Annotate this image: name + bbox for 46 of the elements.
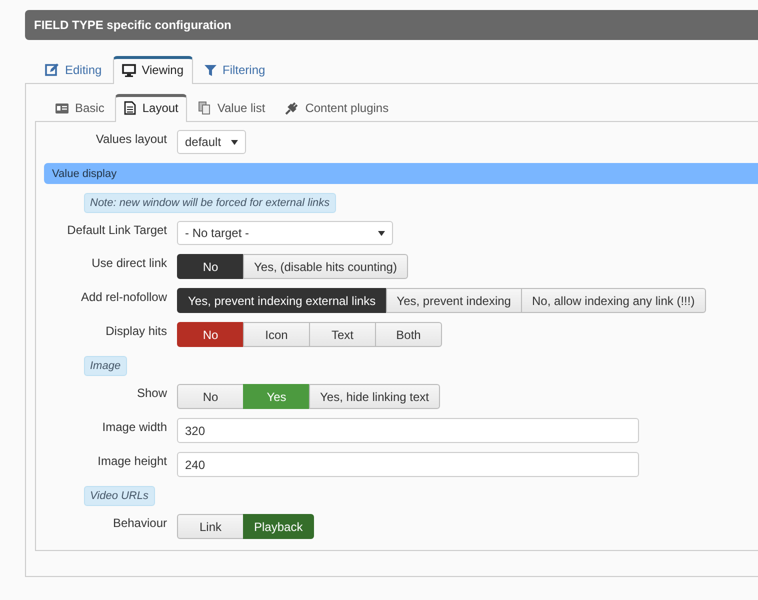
caret-icon xyxy=(378,230,385,236)
field-label: Show xyxy=(136,385,168,400)
tab[interactable]: Editing xyxy=(36,56,111,84)
field-label: Image height xyxy=(96,453,168,468)
id-card-icon xyxy=(55,102,69,114)
toggle-option[interactable]: Yes, hide linking text xyxy=(309,384,440,409)
field-label: Values layout xyxy=(94,131,168,146)
field-label: Image width xyxy=(101,419,168,434)
select-field[interactable]: - No target - xyxy=(177,221,393,245)
note-label: Video URLs xyxy=(84,486,154,506)
field-label: Behaviour xyxy=(112,515,168,530)
select-field[interactable]: default xyxy=(177,130,246,154)
toggle-option[interactable]: No xyxy=(177,254,244,279)
tab[interactable]: Content plugins xyxy=(276,94,398,122)
toggle-option[interactable]: Yes xyxy=(243,384,310,409)
toggle-option[interactable]: Yes, prevent indexing external links xyxy=(177,288,387,313)
panel-title: FIELD TYPE specific configuration xyxy=(34,18,232,32)
field-label: Use direct link xyxy=(90,255,168,270)
toggle-option[interactable]: Icon xyxy=(243,322,310,347)
tab[interactable]: Filtering xyxy=(194,56,274,84)
input-field[interactable]: 240 xyxy=(177,452,639,477)
toggle-option[interactable]: Playback xyxy=(243,514,314,539)
note-label: Note: new window will be forced for external links xyxy=(84,193,336,213)
filter-icon xyxy=(204,64,217,76)
caret-icon xyxy=(231,140,238,144)
toggle-option[interactable]: No, allow indexing any link (!!!) xyxy=(520,288,706,313)
plug-icon xyxy=(285,101,300,115)
section-header: Value display xyxy=(44,163,758,184)
copy-icon xyxy=(198,101,212,115)
toggle-option[interactable]: Link xyxy=(177,514,244,539)
toggle-option[interactable]: No xyxy=(177,384,244,409)
tab[interactable]: Layout xyxy=(115,94,188,122)
toggle-option[interactable]: Text xyxy=(309,322,376,347)
note-label: Image xyxy=(84,356,127,376)
field-label: Default Link Target xyxy=(66,222,168,237)
toggle-option[interactable]: No xyxy=(177,322,244,347)
input-field[interactable]: 320 xyxy=(177,418,639,443)
field-label: Display hits xyxy=(104,323,168,338)
monitor-icon xyxy=(122,64,136,76)
toggle-option[interactable]: Both xyxy=(375,322,442,347)
toggle-option[interactable]: Yes, (disable hits counting) xyxy=(243,254,408,279)
field-label: Add rel-nofollow xyxy=(80,289,168,304)
document-icon xyxy=(124,101,136,115)
tab[interactable]: Viewing xyxy=(112,56,193,84)
edit-icon xyxy=(45,63,59,77)
toggle-option[interactable]: Yes, prevent indexing xyxy=(386,288,522,313)
